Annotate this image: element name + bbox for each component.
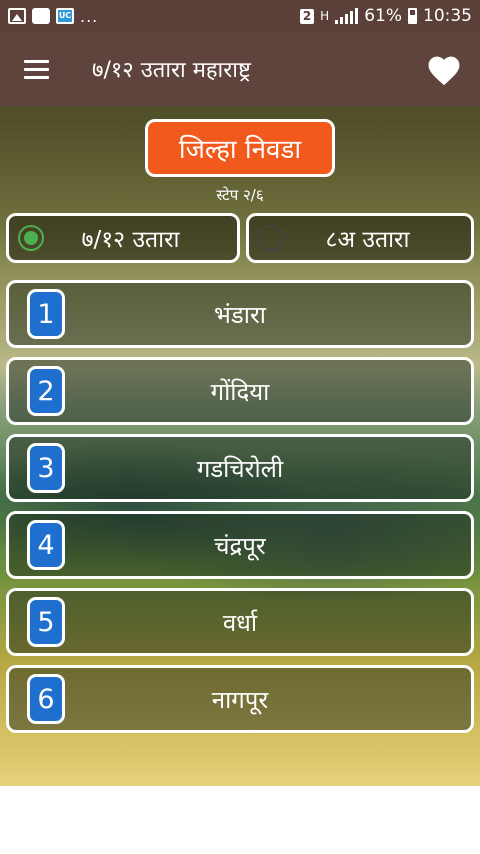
number-badge: 3 [27,443,65,493]
option-label: ७/१२ उतारा [81,227,180,253]
bottom-blank-area [0,786,480,854]
number-badge: 4 [27,520,65,570]
district-name: गडचिरोली [196,454,284,483]
content-area: जिल्हा निवडा स्टेप २/६ ७/१२ उतारा ८अ उता… [0,106,480,786]
number-badge: 1 [27,289,65,339]
signal-icon [335,8,359,24]
sim-badge: 2 [299,8,315,24]
district-item-bhandara[interactable]: 1 भंडारा [6,280,474,348]
option-712-utara[interactable]: ७/१२ उतारा [6,213,240,263]
app-title: ७/१२ उतारा महाराष्ट्र [92,58,251,83]
battery-icon [408,8,417,24]
number-badge: 6 [27,674,65,724]
more-notifications: ... [80,6,99,26]
district-name: गोंदिया [210,377,270,406]
heart-icon[interactable] [408,32,480,106]
district-item-gondia[interactable]: 2 गोंदिया [6,357,474,425]
radio-checked-icon[interactable] [18,225,44,251]
district-item-nagpur[interactable]: 6 नागपूर [6,665,474,733]
app-bar: ७/१२ उतारा महाराष्ट्र [0,32,480,106]
number-badge: 2 [27,366,65,416]
status-bar: UC ... 2 H 61% 10:35 [0,0,480,32]
number-badge: 5 [27,597,65,647]
battery-percent: 61% [364,6,402,26]
district-item-gadchiroli[interactable]: 3 गडचिरोली [6,434,474,502]
image-icon [8,8,26,24]
radio-unchecked-icon[interactable] [258,225,284,251]
network-type: H [320,9,330,23]
uc-browser-icon: UC [56,8,74,24]
message-icon [32,8,50,24]
hamburger-menu-icon[interactable] [0,32,72,106]
step-indicator: स्टेप २/६ [216,186,264,204]
option-label: ८अ उतारा [325,227,410,253]
district-name: चंद्रपूर [214,531,266,560]
district-name: वर्धा [222,608,258,637]
clock: 10:35 [423,6,472,26]
district-item-wardha[interactable]: 5 वर्धा [6,588,474,656]
status-bar-right: 2 H 61% 10:35 [299,6,472,26]
option-8a-utara[interactable]: ८अ उतारा [246,213,474,263]
select-district-button[interactable]: जिल्हा निवडा [145,119,335,177]
status-bar-left: UC ... [8,7,98,26]
district-item-chandrapur[interactable]: 4 चंद्रपूर [6,511,474,579]
district-name: नागपूर [211,685,269,714]
district-name: भंडारा [214,300,266,329]
